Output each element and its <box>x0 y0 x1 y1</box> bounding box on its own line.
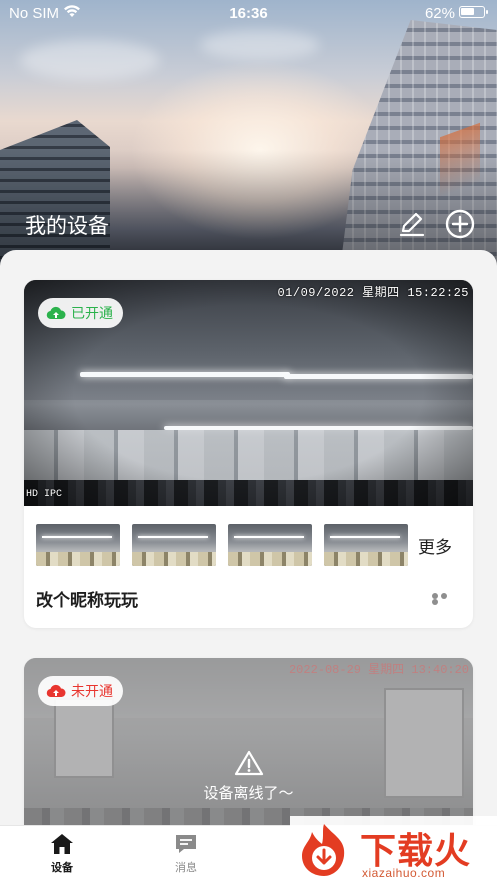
offline-message: 设备离线了～ <box>203 785 294 802</box>
pencil-icon[interactable] <box>396 208 428 240</box>
tab-label: 设备 <box>51 862 73 874</box>
tab-label: 消息 <box>175 862 197 874</box>
battery-icon <box>459 6 488 18</box>
battery-percent: 62% <box>424 5 455 22</box>
watermark-url: xiazaihuo.com <box>362 866 446 880</box>
flame-logo-icon <box>302 824 345 876</box>
device-list: 01/09/2022 星期四 15:22:25 HD IPC 已开通 更多 改个… <box>0 250 497 825</box>
camera-tag: HD IPC <box>26 489 63 500</box>
camera-timestamp: 01/09/2022 星期四 15:22:25 <box>277 286 469 300</box>
cloud <box>20 40 160 80</box>
recording-thumbnails <box>36 524 420 566</box>
offline-notice: 设备离线了～ <box>24 750 473 803</box>
cloud <box>200 30 320 60</box>
thumbnail[interactable] <box>324 524 408 566</box>
more-dots-icon[interactable] <box>432 593 458 605</box>
camera-preview-offline[interactable]: 2022-08-29 星期四 13:40:20 未开通 设备离线了～ <box>24 658 473 825</box>
battery-fill <box>461 8 475 15</box>
badge-label: 未开通 <box>71 683 113 699</box>
cloud-status-badge[interactable]: 已开通 <box>38 298 123 328</box>
thumbnail[interactable] <box>36 524 120 566</box>
add-device-icon[interactable] <box>444 208 476 240</box>
cloud-upload-icon <box>46 684 66 698</box>
thumbnail[interactable] <box>132 524 216 566</box>
tab-devices[interactable]: 设备 <box>22 832 102 875</box>
warning-icon <box>234 750 263 776</box>
camera-preview[interactable]: 01/09/2022 星期四 15:22:25 HD IPC 已开通 <box>24 280 473 506</box>
badge-label: 已开通 <box>71 305 113 321</box>
cloud-upload-icon <box>46 306 66 320</box>
thumbnail[interactable] <box>228 524 312 566</box>
device-card[interactable]: 01/09/2022 星期四 15:22:25 HD IPC 已开通 更多 改个… <box>24 280 473 628</box>
cloud-status-badge[interactable]: 未开通 <box>38 676 123 706</box>
page-title: 我的设备 <box>25 215 109 238</box>
watermark: 下载火 xiazaihuo.com <box>290 816 497 883</box>
message-icon <box>176 835 196 853</box>
camera-timestamp: 2022-08-29 星期四 13:40:20 <box>288 663 469 677</box>
clock: 16:36 <box>229 5 268 22</box>
device-card[interactable]: 2022-08-29 星期四 13:40:20 未开通 设备离线了～ <box>24 658 473 825</box>
tab-messages[interactable]: 消息 <box>146 832 226 875</box>
more-button[interactable]: 更多 <box>418 533 452 558</box>
status-bar: No SIM 16:36 62% <box>0 0 497 26</box>
home-icon <box>51 834 73 854</box>
device-name: 改个昵称玩玩 <box>36 591 138 610</box>
